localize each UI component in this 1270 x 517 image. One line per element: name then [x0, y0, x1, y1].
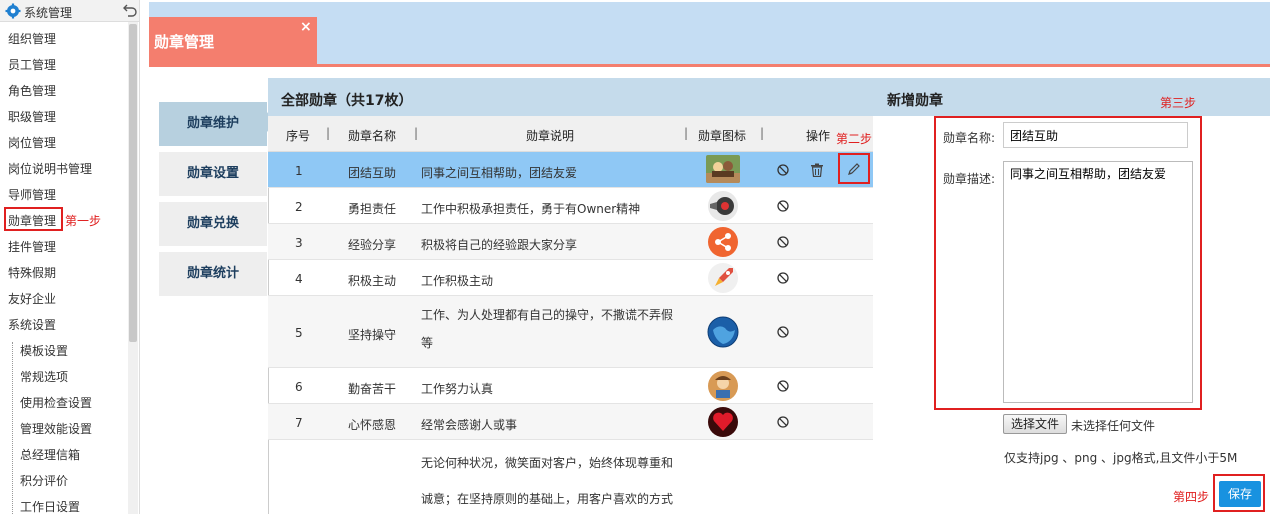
sidebar-subitem-workday[interactable]: 工作日设置 [20, 498, 80, 514]
row-no: 7 [295, 416, 303, 430]
disable-icon[interactable] [777, 416, 789, 428]
globe-icon [707, 316, 739, 348]
row-name: 积极主动 [348, 274, 397, 288]
desc-label: 勋章描述: [943, 172, 996, 186]
disable-icon[interactable] [777, 326, 789, 338]
heart-icon [708, 407, 738, 437]
close-icon[interactable]: × [300, 19, 312, 35]
sidebar-item-roles[interactable]: 角色管理 [8, 82, 56, 99]
step1-label: 第一步 [65, 214, 102, 228]
row-name: 经验分享 [348, 238, 397, 252]
panel-title: 全部勋章（共17枚） [281, 93, 413, 109]
edit-icon[interactable] [847, 162, 861, 176]
sidebar-subitem-usage-check[interactable]: 使用检查设置 [20, 394, 92, 411]
col-separator: | [414, 126, 419, 140]
name-label: 勋章名称: [943, 131, 996, 145]
form-title: 新增勋章 [887, 93, 943, 109]
row-desc: 工作努力认真 [421, 382, 494, 396]
row-no: 5 [295, 326, 303, 340]
sidebar-subitem-gm-mailbox[interactable]: 总经理信箱 [20, 446, 80, 463]
col-header-icon: 勋章图标 [698, 129, 747, 143]
gear-icon [5, 3, 21, 19]
vtab-medal-exchange[interactable]: 勋章兑换 [159, 202, 267, 246]
row-no: 6 [295, 380, 303, 394]
step1-highlight [4, 207, 63, 231]
sidebar-subitem-points[interactable]: 积分评价 [20, 472, 68, 489]
col-header-name: 勋章名称 [348, 129, 397, 143]
file-hint: 仅支持jpg 、png 、jpg格式,且文件小于5M [1004, 451, 1238, 465]
sidebar-item-partners[interactable]: 友好企业 [8, 290, 56, 307]
row-desc: 同事之间互相帮助，团结友爱 [421, 166, 578, 180]
tab-label: 勋章管理 [154, 33, 215, 51]
row-no: 3 [295, 236, 303, 250]
file-status: 未选择任何文件 [1071, 419, 1156, 433]
col-header-actions: 操作 [806, 129, 831, 143]
rocket-icon [708, 263, 738, 293]
disable-icon[interactable] [777, 272, 789, 284]
teamwork-icon [706, 155, 740, 183]
col-separator: | [326, 126, 331, 140]
top-bar [149, 2, 1270, 64]
step4-label: 第四步 [1173, 490, 1210, 504]
choose-file-button[interactable]: 选择文件 [1003, 414, 1067, 434]
col-separator: | [760, 126, 765, 140]
col-header-no: 序号 [286, 129, 311, 143]
medal-desc-textarea[interactable]: 同事之间互相帮助，团结友爱 [1003, 161, 1193, 403]
row-name: 团结互助 [348, 166, 397, 180]
step2-label: 第二步 [836, 132, 873, 146]
medal-name-input[interactable] [1003, 122, 1188, 148]
row-desc: 积极将自己的经验跟大家分享 [421, 238, 578, 252]
sidebar-item-job-desc[interactable]: 岗位说明书管理 [8, 160, 92, 177]
row-desc: 工作积极主动 [421, 274, 494, 288]
col-header-desc: 勋章说明 [526, 129, 575, 143]
step3-label: 第三步 [1160, 96, 1197, 110]
responsibility-icon [708, 191, 738, 221]
disable-icon[interactable] [777, 200, 789, 212]
trash-icon[interactable] [810, 163, 824, 177]
row-name: 勤奋苦干 [348, 382, 397, 396]
row-desc: 工作、为人处理都有自己的操守，不撒谎不弄假等 [421, 308, 674, 350]
tree-guide-line [12, 342, 13, 514]
disable-icon[interactable] [777, 236, 789, 248]
row-no: 2 [295, 200, 303, 214]
sidebar-subitem-efficiency[interactable]: 管理效能设置 [20, 420, 92, 437]
sidebar-subitem-template[interactable]: 模板设置 [20, 342, 68, 359]
row-desc: 经常会感谢人或事 [421, 418, 518, 432]
sidebar-scrollbar-thumb[interactable] [129, 24, 137, 342]
panel-header [268, 78, 1270, 116]
vtab-medal-settings[interactable]: 勋章设置 [159, 152, 267, 196]
sidebar: 系统管理 组织管理 员工管理 角色管理 职级管理 岗位管理 岗位说明书管理 导师… [0, 0, 140, 514]
header-underline [149, 64, 1270, 67]
sidebar-item-org[interactable]: 组织管理 [8, 30, 56, 47]
row-desc: 工作中积极承担责任，勇于有Owner精神 [421, 202, 641, 216]
sidebar-item-positions[interactable]: 岗位管理 [8, 134, 56, 151]
vtab-medal-maintenance[interactable]: 勋章维护 [159, 102, 267, 146]
row-no: 4 [295, 272, 303, 286]
sidebar-item-staff[interactable]: 员工管理 [8, 56, 56, 73]
sidebar-item-holidays[interactable]: 特殊假期 [8, 264, 56, 281]
save-button[interactable]: 保存 [1219, 481, 1261, 507]
sidebar-item-pendants[interactable]: 挂件管理 [8, 238, 56, 255]
row-no: 1 [295, 164, 303, 178]
sidebar-subitem-general[interactable]: 常规选项 [20, 368, 68, 385]
col-separator: | [684, 126, 689, 140]
worker-icon [708, 371, 738, 401]
share-icon [708, 227, 738, 257]
sidebar-item-ranks[interactable]: 职级管理 [8, 108, 56, 125]
row-name: 坚持操守 [348, 328, 397, 342]
row-name: 心怀感恩 [348, 418, 397, 432]
disable-icon[interactable] [777, 380, 789, 392]
row-name: 勇担责任 [348, 202, 397, 216]
sidebar-title: 系统管理 [24, 6, 73, 20]
sidebar-item-mentors[interactable]: 导师管理 [8, 186, 56, 203]
row-desc: 无论何种状况，微笑面对客户，始终体现尊重和诚意；在坚持原则的基础上，用客户喜欢的… [421, 456, 674, 506]
back-icon[interactable] [122, 2, 138, 18]
sidebar-item-settings[interactable]: 系统设置 [8, 316, 56, 333]
vtab-medal-statistics[interactable]: 勋章统计 [159, 252, 267, 296]
disable-icon[interactable] [777, 164, 789, 176]
